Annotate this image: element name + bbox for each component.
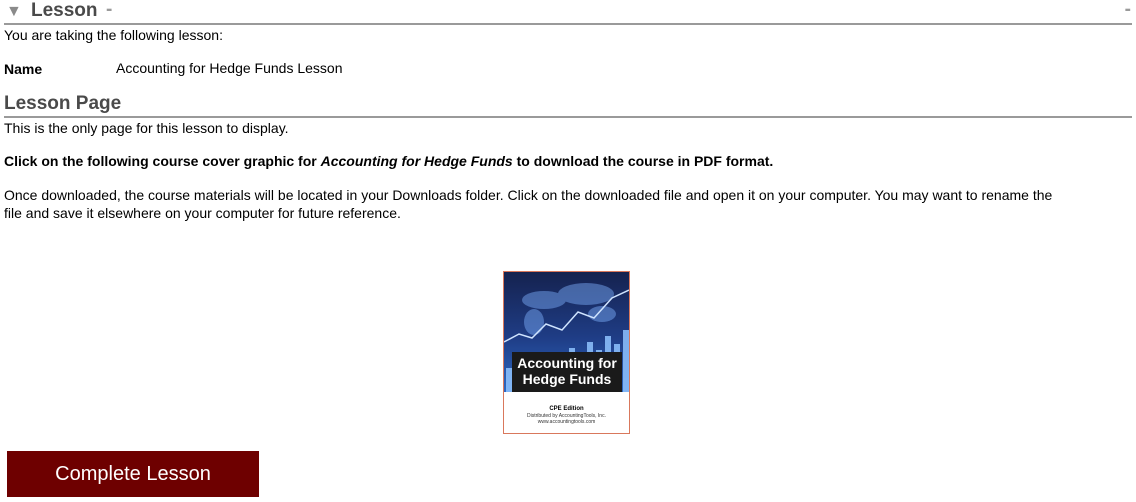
- lesson-section-title: Lesson: [31, 0, 98, 21]
- download-note: Once downloaded, the course materials wi…: [4, 186, 1052, 222]
- cover-edition: CPE Edition: [549, 406, 584, 412]
- lesson-section-header: ▼ Lesson - -: [4, 0, 1132, 25]
- lesson-page-header: Lesson Page: [4, 92, 1132, 118]
- instruction-prefix: Click on the following course cover grap…: [4, 153, 321, 169]
- name-label: Name: [4, 61, 43, 77]
- cover-url: www.accountingtools.com: [537, 419, 596, 425]
- lesson-page-title: Lesson Page: [4, 93, 122, 114]
- download-note-line2: file and save it elsewhere on your compu…: [4, 205, 401, 221]
- download-instruction: Click on the following course cover grap…: [4, 152, 773, 170]
- collapse-minus-icon[interactable]: -: [1125, 0, 1131, 21]
- course-cover-link[interactable]: Accounting for Hedge Funds CPE Edition D…: [503, 271, 630, 434]
- only-page-text: This is the only page for this lesson to…: [4, 120, 289, 136]
- triangle-down-icon[interactable]: ▼: [6, 3, 22, 21]
- download-note-line1: Once downloaded, the course materials wi…: [4, 187, 1053, 203]
- cover-title-line2: Hedge Funds: [522, 371, 612, 387]
- complete-lesson-button[interactable]: Complete Lesson: [7, 451, 259, 497]
- instruction-course-title: Accounting for Hedge Funds: [320, 153, 513, 169]
- cover-title-line1: Accounting for: [517, 355, 617, 371]
- lesson-name-value: Accounting for Hedge Funds Lesson: [116, 60, 343, 76]
- minus-icon: -: [106, 0, 113, 20]
- cover-title: Accounting for Hedge Funds: [512, 352, 622, 392]
- instruction-suffix: to download the course in PDF format.: [512, 153, 774, 169]
- lesson-intro: You are taking the following lesson:: [4, 27, 223, 43]
